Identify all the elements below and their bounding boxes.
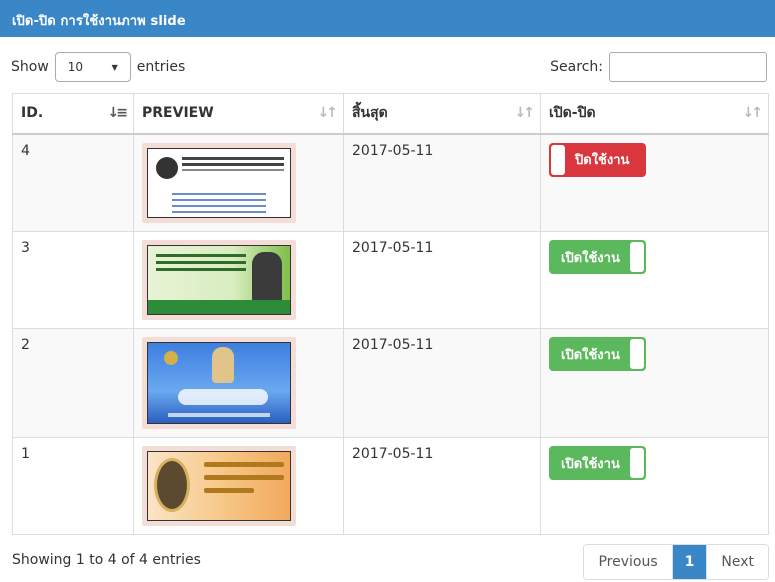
- toggle-knob: [630, 339, 644, 369]
- cell-id: 1: [12, 437, 134, 535]
- search-control: Search:: [550, 52, 767, 82]
- status-toggle[interactable]: เปิดใช้งาน: [549, 337, 646, 371]
- slide-image: [147, 245, 291, 315]
- slide-thumbnail[interactable]: [142, 142, 296, 223]
- entries-select[interactable]: 10 ▼: [54, 52, 131, 82]
- show-label: Show: [11, 59, 49, 75]
- cell-id: 3: [12, 231, 134, 329]
- cell-toggle: เปิดใช้งาน: [540, 437, 769, 535]
- toggle-label: เปิดใช้งาน: [561, 347, 620, 363]
- column-header-toggle[interactable]: เปิด-ปิด ↓↑: [540, 93, 769, 135]
- cell-end-date: 2017-05-11: [343, 133, 541, 232]
- panel-header: เปิด-ปิด การใช้งานภาพ slide: [0, 0, 775, 37]
- table-row: 2 2017-05-11 เปิดใช้งาน: [12, 328, 769, 438]
- cell-end-date: 2017-05-11: [343, 437, 541, 535]
- chevron-down-icon: ▼: [111, 62, 118, 72]
- cell-id: 2: [12, 328, 134, 438]
- column-header-preview[interactable]: PREVIEW ↓↑: [133, 93, 344, 135]
- cell-toggle: เปิดใช้งาน: [540, 231, 769, 329]
- slides-table: ID. ↓≡ PREVIEW ↓↑ สิ้นสุด ↓↑ เปิด-ปิด ↓↑…: [12, 93, 769, 535]
- column-header-end-date[interactable]: สิ้นสุด ↓↑: [343, 93, 541, 135]
- table-row: 4 2017-05-11 ปิดใช้งาน: [12, 133, 769, 232]
- toggle-knob: [551, 144, 565, 175]
- search-label: Search:: [550, 59, 603, 75]
- search-input[interactable]: [609, 52, 767, 82]
- slide-thumbnail[interactable]: [142, 446, 296, 526]
- column-header-label: เปิด-ปิด: [549, 105, 596, 122]
- entries-select-value: 10: [67, 60, 84, 74]
- pagination: Previous 1 Next: [583, 544, 769, 580]
- cell-end-date: 2017-05-11: [343, 328, 541, 438]
- table-row: 3 2017-05-11 เปิดใช้งาน: [12, 231, 769, 329]
- cell-id: 4: [12, 133, 134, 232]
- status-toggle[interactable]: ปิดใช้งาน: [549, 142, 646, 177]
- sort-icon: ↓↑: [317, 105, 339, 121]
- entries-label: entries: [136, 59, 186, 75]
- sort-desc-icon: ↓≡: [107, 105, 129, 121]
- table-row: 1 2017-05-11 เปิดใช้งาน: [12, 437, 769, 535]
- column-header-label: ID.: [21, 105, 44, 122]
- slide-thumbnail[interactable]: [142, 337, 296, 429]
- cell-preview: [133, 437, 344, 535]
- toggle-label: เปิดใช้งาน: [561, 250, 620, 266]
- cell-preview: [133, 133, 344, 232]
- previous-page-button[interactable]: Previous: [584, 545, 672, 579]
- status-toggle[interactable]: เปิดใช้งาน: [549, 446, 646, 480]
- status-toggle[interactable]: เปิดใช้งาน: [549, 240, 646, 274]
- panel-title: เปิด-ปิด การใช้งานภาพ slide: [12, 14, 186, 29]
- cell-preview: [133, 231, 344, 329]
- sort-icon: ↓↑: [514, 105, 536, 121]
- column-header-id[interactable]: ID. ↓≡: [12, 93, 134, 135]
- toggle-label: เปิดใช้งาน: [561, 456, 620, 472]
- toggle-knob: [630, 242, 644, 272]
- cell-end-date: 2017-05-11: [343, 231, 541, 329]
- next-page-button[interactable]: Next: [706, 545, 768, 579]
- slide-image: [147, 451, 291, 521]
- slide-image: [147, 342, 291, 424]
- cell-toggle: ปิดใช้งาน: [540, 133, 769, 232]
- cell-toggle: เปิดใช้งาน: [540, 328, 769, 438]
- cell-preview: [133, 328, 344, 438]
- table-info: Showing 1 to 4 of 4 entries: [12, 552, 201, 568]
- toggle-knob: [630, 448, 644, 478]
- column-header-label: PREVIEW: [142, 105, 214, 122]
- slide-image: [147, 147, 291, 218]
- page-1-button[interactable]: 1: [671, 545, 707, 579]
- slide-thumbnail[interactable]: [142, 240, 296, 320]
- sort-icon: ↓↑: [742, 105, 764, 121]
- entries-length-control: Show 10 ▼ entries: [11, 52, 185, 82]
- column-header-label: สิ้นสุด: [352, 105, 388, 122]
